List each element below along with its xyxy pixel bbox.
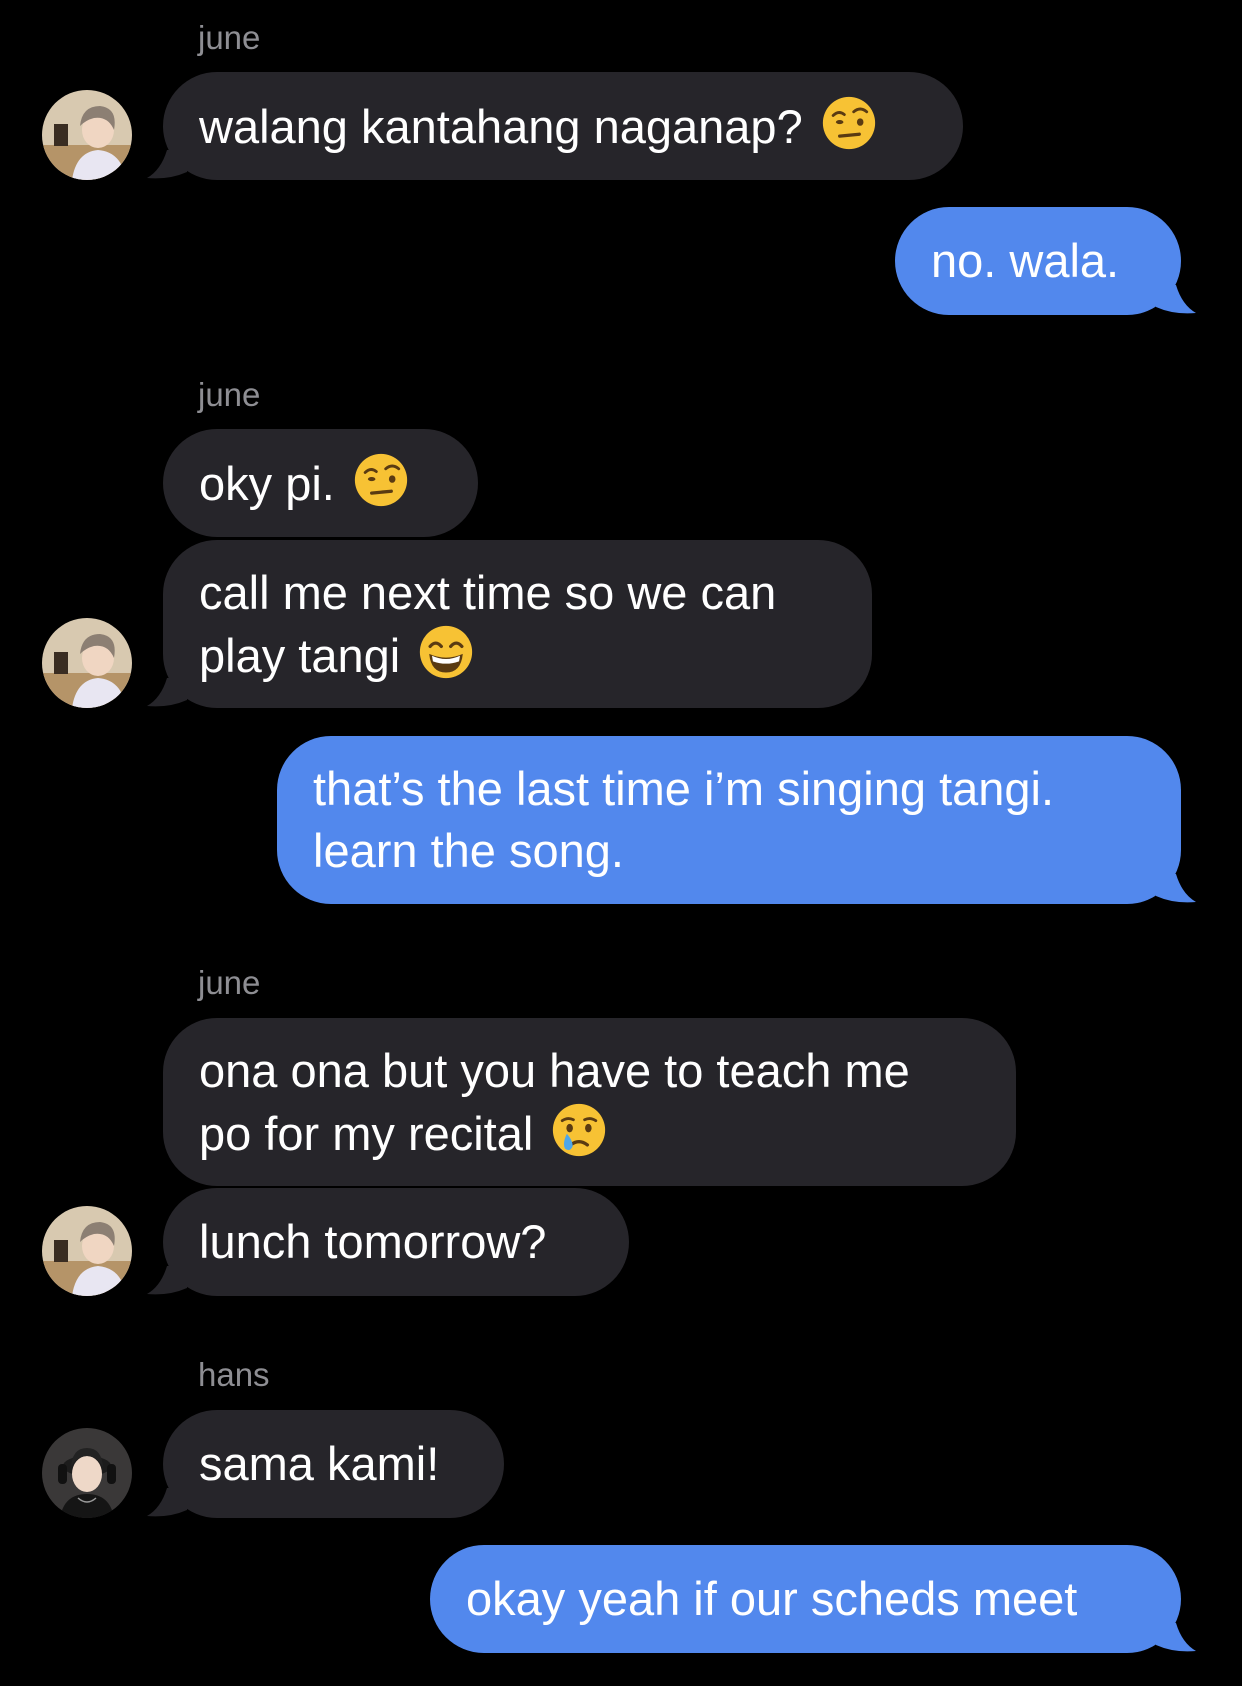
bubble-tail	[147, 150, 187, 179]
avatar[interactable]	[42, 90, 132, 180]
bubble-tail	[147, 1488, 187, 1517]
message-text-line: that’s the last time i’m singing tangi.	[313, 762, 1055, 815]
june-avatar-icon	[42, 618, 132, 708]
incoming-message-bubble[interactable]: ona ona but you have to teach me po for …	[163, 1018, 1016, 1186]
outgoing-message-bubble[interactable]: that’s the last time i’m singing tangi. …	[277, 736, 1181, 904]
message-text: oky pi.	[199, 456, 335, 510]
incoming-message-bubble[interactable]: oky pi.	[163, 429, 478, 537]
message-text: walang kantahang naganap?	[199, 99, 803, 153]
message-text-line: call me next time so we can	[199, 565, 777, 619]
message-text: lunch tomorrow?	[199, 1215, 547, 1268]
incoming-message-bubble[interactable]: call me next time so we can play tangi	[163, 540, 872, 708]
incoming-message-bubble[interactable]: lunch tomorrow?	[163, 1188, 629, 1296]
bubble-tail	[147, 678, 187, 707]
june-avatar-icon	[42, 1206, 132, 1296]
sender-name: june	[198, 376, 261, 413]
face-with-raised-eyebrow-icon	[354, 453, 407, 506]
bubble-tail	[1156, 1623, 1196, 1652]
june-avatar-icon	[42, 90, 132, 180]
message-text: sama kami!	[199, 1437, 440, 1490]
face-with-raised-eyebrow-icon	[822, 96, 875, 149]
message-text: okay yeah if our scheds meet	[466, 1572, 1078, 1625]
beaming-face-with-smiling-eyes-icon	[420, 625, 473, 678]
bubble-tail	[1156, 285, 1196, 314]
incoming-message-bubble[interactable]: walang kantahang naganap?	[163, 72, 963, 180]
crying-face-icon	[553, 1103, 606, 1156]
message-text-line: ona ona but you have to teach me	[199, 1043, 910, 1097]
avatar[interactable]	[42, 1428, 132, 1518]
hans-avatar-icon	[42, 1428, 132, 1518]
bubble-tail	[147, 1266, 187, 1295]
outgoing-message-bubble[interactable]: no. wala.	[895, 207, 1181, 315]
sender-name: june	[198, 964, 261, 1001]
bubble-tail	[1156, 874, 1196, 903]
message-text-line: learn the song.	[313, 824, 624, 877]
sender-name: june	[198, 19, 261, 56]
message-text: no. wala.	[931, 234, 1120, 287]
incoming-message-bubble[interactable]: sama kami!	[163, 1410, 504, 1518]
message-text-line: play tangi	[199, 628, 401, 682]
avatar[interactable]	[42, 1206, 132, 1296]
message-text-line: po for my recital	[199, 1106, 534, 1160]
sender-name: hans	[198, 1356, 270, 1393]
avatar[interactable]	[42, 618, 132, 708]
outgoing-message-bubble[interactable]: okay yeah if our scheds meet	[430, 1545, 1181, 1653]
